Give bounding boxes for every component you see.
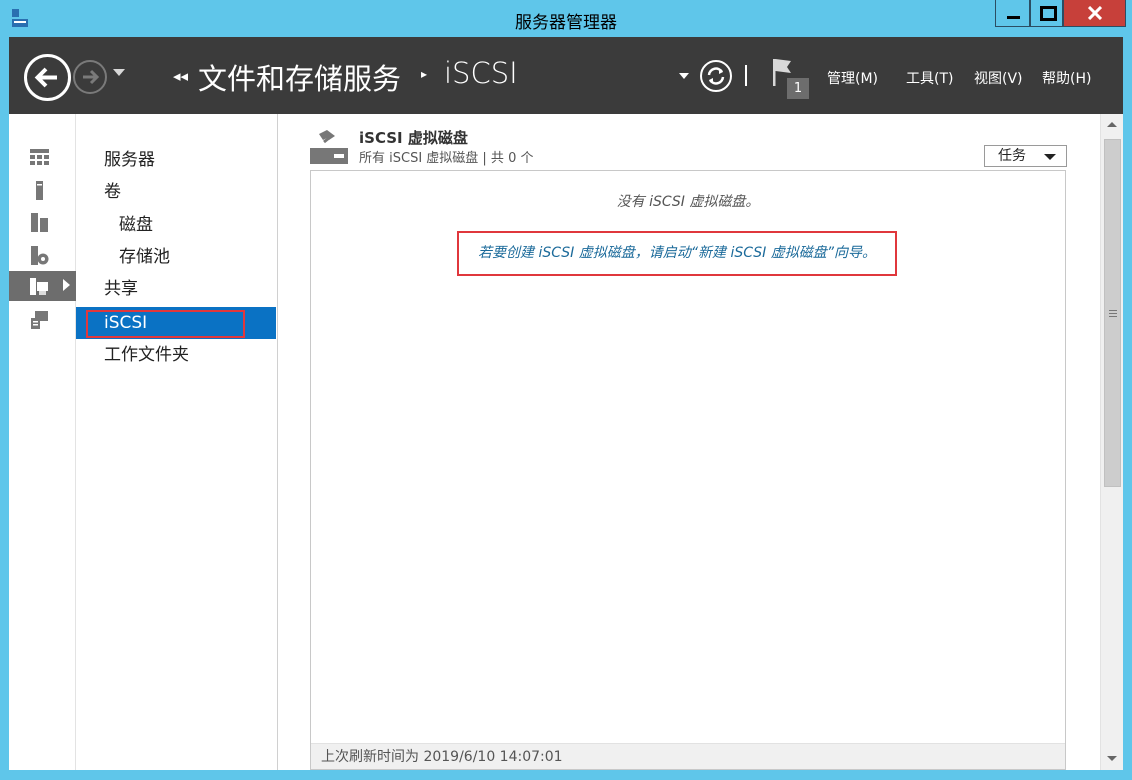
file-storage-icon[interactable]: [29, 276, 50, 297]
maximize-button[interactable]: [1030, 0, 1063, 27]
arrow-left-icon: [34, 67, 57, 88]
all-servers-icon[interactable]: [29, 212, 50, 233]
back-button[interactable]: [24, 54, 71, 101]
nav-item-storage-pools[interactable]: 存储池: [76, 241, 276, 273]
remote-desktop-icon[interactable]: [29, 310, 50, 331]
nav-item-volumes[interactable]: 卷: [76, 176, 276, 208]
tools-menu[interactable]: 工具(T): [906, 68, 953, 88]
new-virtual-disk-wizard-link[interactable]: 若要创建 iSCSI 虚拟磁盘，请启动“新建 iSCSI 虚拟磁盘”向导。: [457, 231, 897, 276]
icon-rail: [9, 114, 76, 770]
iscsi-disk-icon: [310, 130, 348, 164]
manage-menu[interactable]: 管理(M): [827, 68, 878, 88]
nav-item-servers[interactable]: 服务器: [76, 144, 276, 176]
last-refresh-status: 上次刷新时间为 2019/6/10 14:07:01: [311, 743, 1065, 769]
view-menu[interactable]: 视图(V): [974, 68, 1023, 88]
vertical-scrollbar[interactable]: [1100, 114, 1123, 770]
local-server-icon[interactable]: [29, 180, 50, 201]
title-bar: 服务器管理器: [0, 0, 1132, 37]
content-area: 服务器 卷 磁盘 存储池 共享 iSCSI 工作文件夹 iSCSI 虚拟磁盘 所…: [9, 114, 1123, 770]
rail-expand-arrow[interactable]: [63, 279, 70, 291]
header-bar: ◂◂ 文件和存储服务 ▸ iSCSI 1 管理(M) 工具(T) 视图(V) 帮…: [9, 37, 1123, 114]
navigation-panel: 服务器 卷 磁盘 存储池 共享 iSCSI 工作文件夹: [76, 114, 278, 770]
help-menu[interactable]: 帮助(H): [1042, 68, 1091, 88]
nav-item-iscsi[interactable]: iSCSI: [76, 307, 276, 339]
scroll-thumb[interactable]: [1104, 139, 1121, 487]
forward-button[interactable]: [73, 60, 107, 94]
nav-item-shares[interactable]: 共享: [76, 273, 276, 305]
notification-count-badge: 1: [787, 78, 809, 99]
scroll-grip-icon: [1109, 310, 1117, 317]
breadcrumb-separator: ▸: [421, 67, 428, 81]
nav-item-work-folders[interactable]: 工作文件夹: [76, 339, 276, 371]
section-title: iSCSI 虚拟磁盘: [359, 129, 468, 147]
refresh-icon: [707, 67, 725, 85]
virtual-disk-list: 没有 iSCSI 虚拟磁盘。 若要创建 iSCSI 虚拟磁盘，请启动“新建 iS…: [310, 170, 1066, 770]
nav-item-disks[interactable]: 磁盘: [76, 209, 276, 241]
main-panel: iSCSI 虚拟磁盘 所有 iSCSI 虚拟磁盘 | 共 0 个 任务 没有 i…: [278, 114, 1100, 770]
history-dropdown-icon[interactable]: [113, 69, 125, 76]
header-divider: [745, 65, 747, 86]
close-icon: [1088, 6, 1102, 20]
breadcrumb-current: iSCSI: [444, 56, 518, 90]
arrow-right-icon: [83, 69, 100, 85]
scroll-down-button[interactable]: [1101, 748, 1123, 770]
refresh-button[interactable]: [700, 60, 732, 92]
dashboard-icon[interactable]: [29, 147, 50, 168]
breadcrumb-prefix[interactable]: ◂◂: [173, 67, 188, 85]
tasks-dropdown[interactable]: 任务: [984, 145, 1067, 167]
breadcrumb-dropdown-icon[interactable]: [679, 73, 689, 79]
close-button[interactable]: [1063, 0, 1126, 27]
breadcrumb-file-storage[interactable]: 文件和存储服务: [198, 56, 401, 98]
section-subtitle: 所有 iSCSI 虚拟磁盘 | 共 0 个: [359, 151, 534, 166]
roles-icon[interactable]: [29, 245, 50, 266]
window-title: 服务器管理器: [515, 13, 617, 33]
scroll-up-button[interactable]: [1101, 114, 1123, 136]
empty-list-message: 没有 iSCSI 虚拟磁盘。: [616, 194, 760, 210]
minimize-button[interactable]: [995, 0, 1030, 27]
